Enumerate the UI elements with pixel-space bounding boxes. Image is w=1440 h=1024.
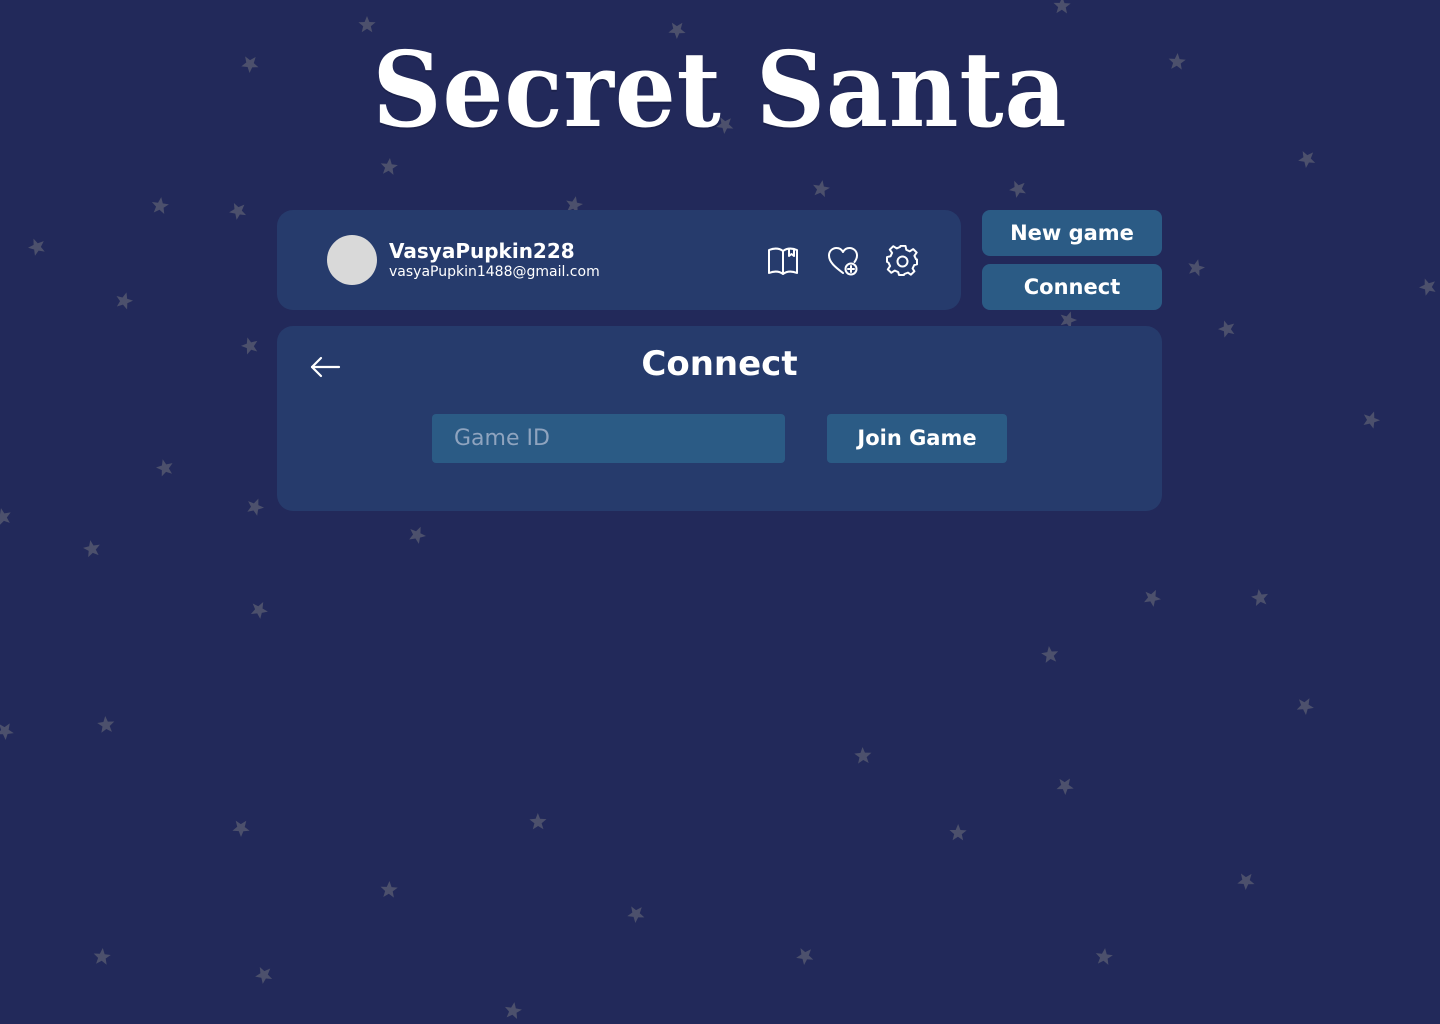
star-icon [1185,257,1207,278]
game-id-input[interactable] [432,414,785,463]
connect-panel: Connect Join Game [277,326,1162,511]
star-icon [252,962,277,987]
star-icon [229,815,254,839]
star-background [0,0,1440,1020]
star-icon [239,333,263,358]
join-game-button[interactable]: Join Game [827,414,1007,463]
star-icon [1094,947,1114,966]
star-icon [154,455,178,480]
star-icon [793,943,818,968]
rules-book-icon[interactable] [765,243,801,279]
star-icon [1053,0,1071,14]
new-game-button[interactable]: New game [982,210,1162,256]
connect-button[interactable]: Connect [982,264,1162,310]
star-icon [1234,868,1259,893]
star-icon [853,744,875,767]
star-icon [1295,146,1320,171]
app-title: Secret Santa [372,28,1068,151]
star-icon [25,234,50,259]
star-icon [150,195,170,215]
star-icon [1215,316,1240,341]
star-icon [0,504,16,529]
user-name: VasyaPupkin228 [389,239,575,263]
star-icon [113,289,135,311]
star-icon [379,157,399,176]
star-icon [1006,176,1031,201]
star-icon [1249,586,1272,609]
user-email: vasyaPupkin1488@gmail.com [389,264,600,280]
star-icon [81,537,105,561]
star-icon [624,901,649,926]
star-icon [1039,643,1062,666]
panel-title: Connect [641,344,798,384]
wishlist-heart-plus-icon[interactable] [825,243,861,279]
star-icon [1416,274,1440,299]
star-icon [92,947,112,966]
star-icon [503,1000,523,1020]
profile-card: VasyaPupkin228 vasyaPupkin1488@gmail.com [277,210,961,310]
star-icon [1053,773,1078,797]
star-icon [380,880,399,898]
star-icon [247,598,271,621]
avatar[interactable] [327,235,377,285]
star-icon [949,823,967,841]
star-icon [1293,693,1317,717]
star-icon [811,178,832,198]
star-icon [226,198,251,223]
star-icon [95,713,118,736]
star-icon [528,810,550,833]
star-icon [1360,408,1383,430]
star-icon [244,495,267,517]
star-icon [0,718,18,742]
star-icon [1141,586,1164,609]
settings-gear-icon[interactable] [885,243,921,279]
star-icon [406,523,429,546]
